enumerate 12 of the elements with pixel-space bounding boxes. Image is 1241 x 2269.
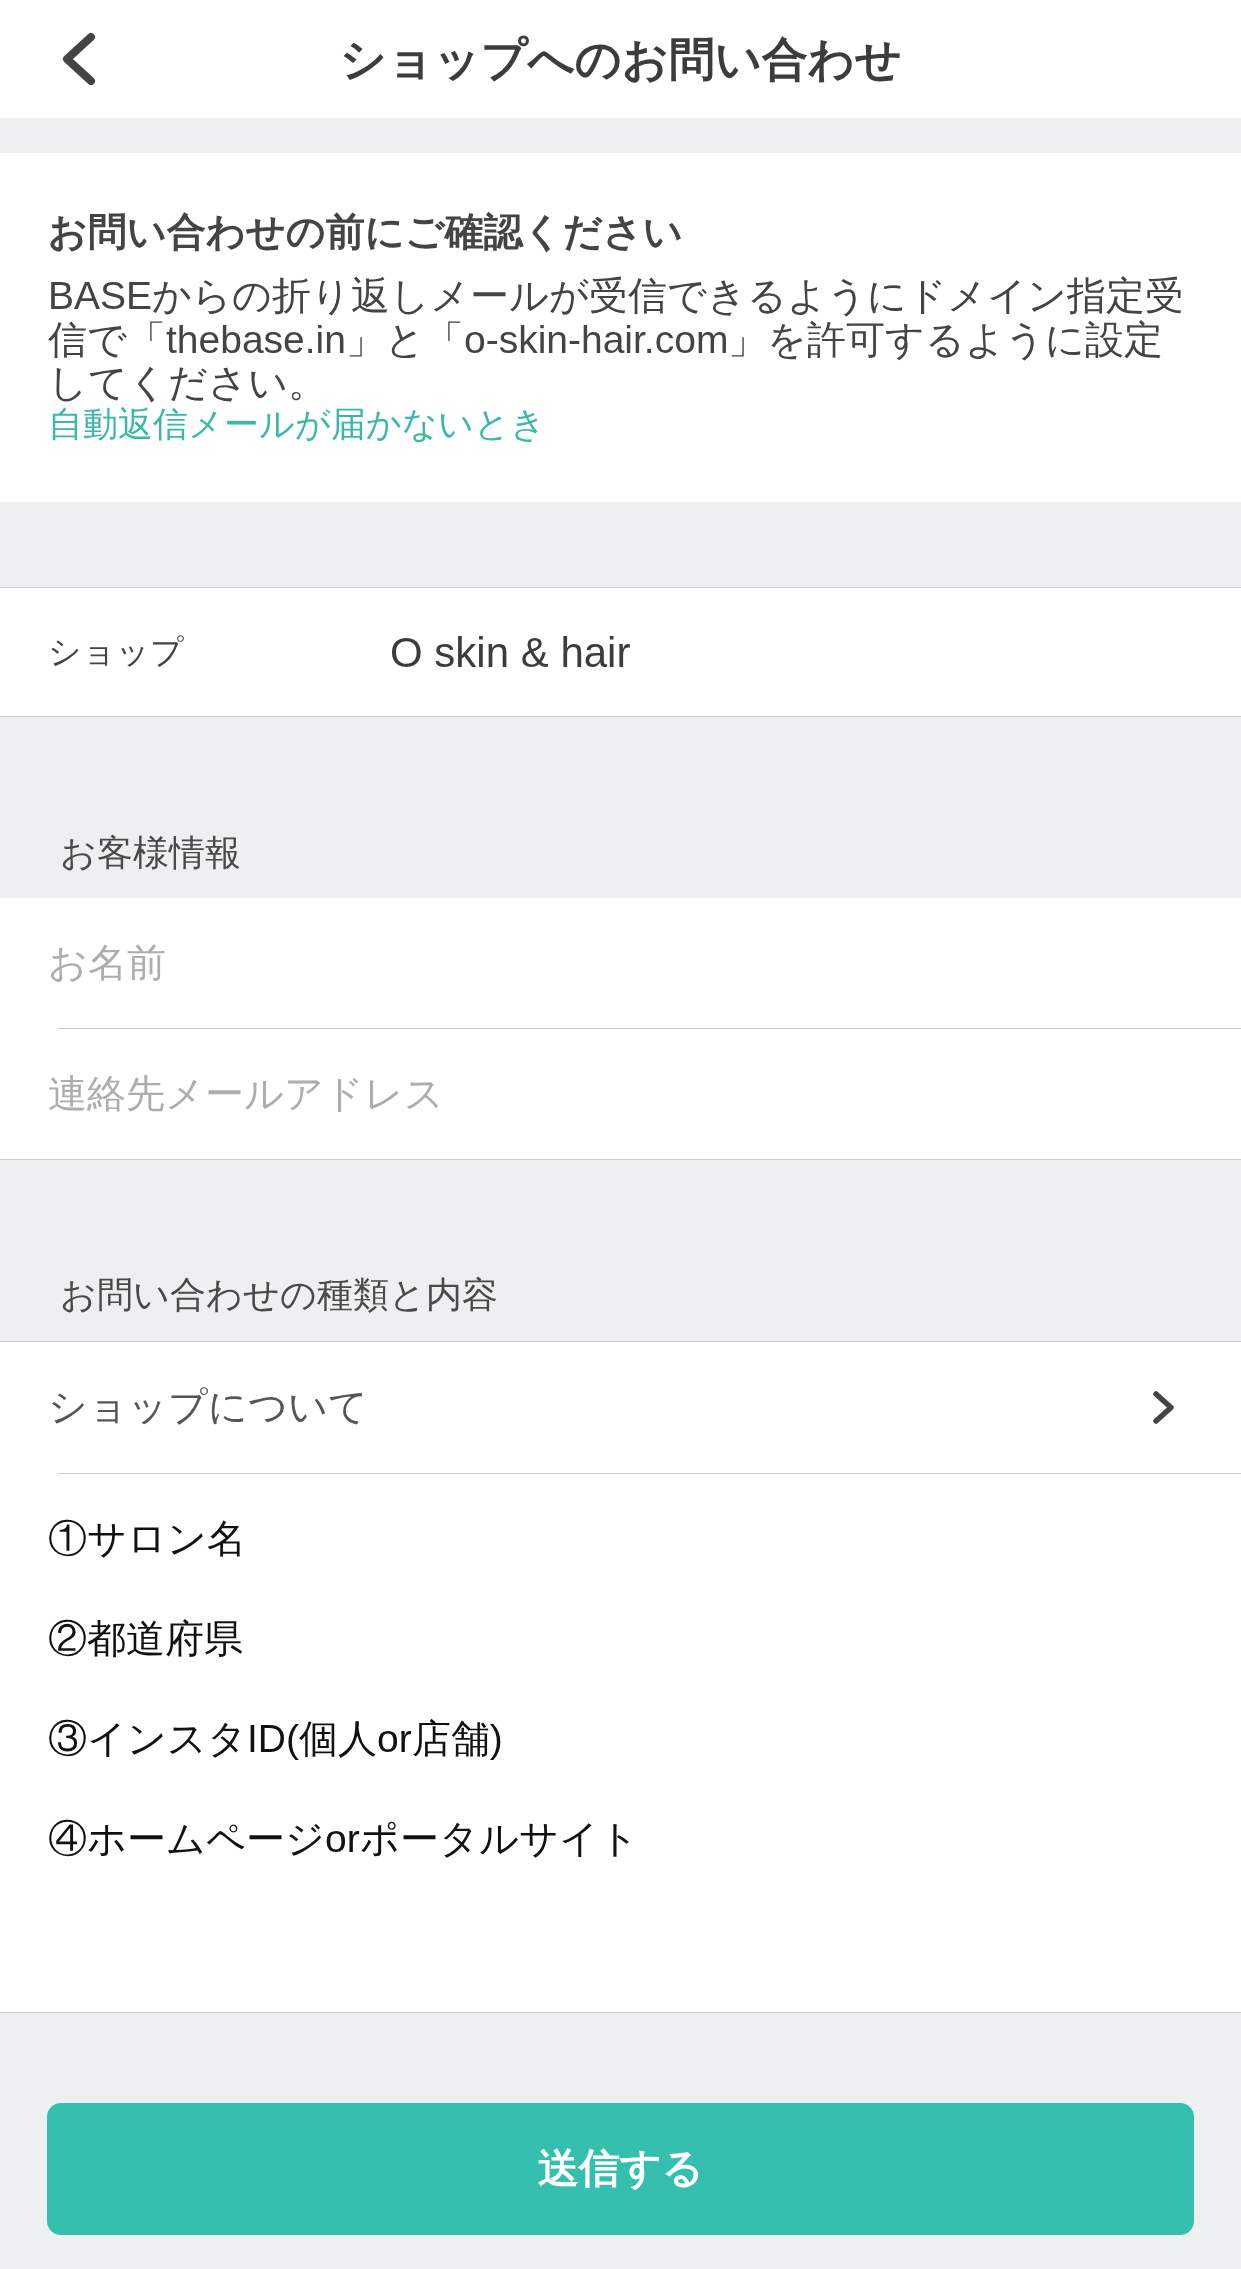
message-field[interactable]: ①サロン名 ②都道府県 ③インスタID(個人or店舗) ④ホームページorポータルサイト: [0, 1474, 1241, 2012]
inquiry-type-selector[interactable]: ショップについて: [0, 1342, 1241, 1473]
email-field[interactable]: 連絡先メールアドレス: [0, 1029, 1241, 1159]
chevron-right-icon: [1152, 1390, 1176, 1425]
name-field[interactable]: お名前: [0, 898, 1241, 1028]
section-header: お問い合わせの種類と内容: [60, 1275, 498, 1315]
shop-label: ショップ: [48, 632, 185, 673]
page-title: ショップへのお問い合わせ: [339, 32, 902, 87]
section-header: お客様情報: [60, 833, 241, 873]
notice-text: BASEからの折り返しメールが受信できるようにドメイン指定受信で「thebase.in」と「o-skin-hair.com」を許可するように設定してください。: [48, 274, 1186, 405]
shop-name: O skin & hair: [390, 627, 631, 678]
notice-heading: お問い合わせの前にご確認ください: [48, 209, 684, 255]
